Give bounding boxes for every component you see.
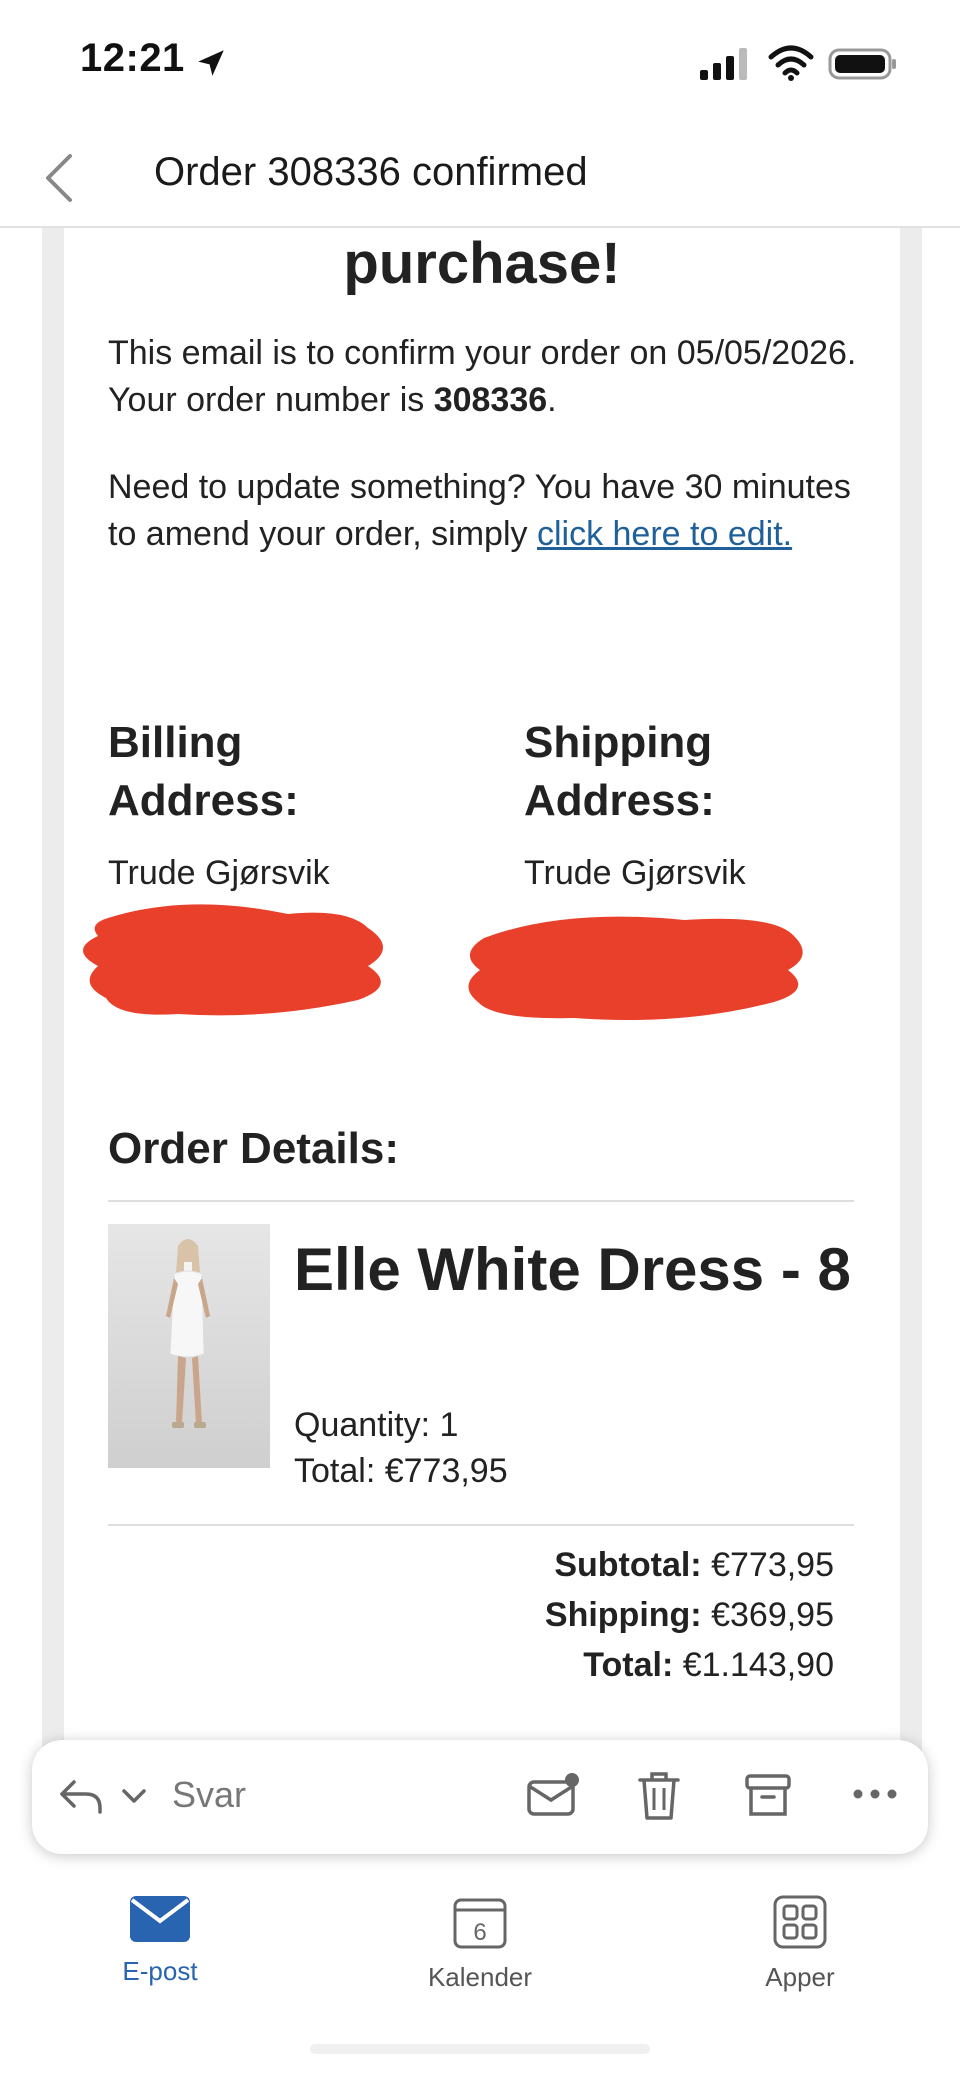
archive-icon[interactable] bbox=[744, 1770, 792, 1820]
calendar-icon: 6 bbox=[453, 1898, 507, 1949]
shipping-name: Trude Gjørsvik bbox=[524, 854, 746, 892]
tab-apps[interactable]: Apper bbox=[700, 1894, 900, 1993]
wifi-icon bbox=[768, 45, 814, 81]
dress-photo bbox=[108, 1224, 270, 1468]
apps-icon bbox=[773, 1895, 827, 1949]
chevron-down-icon[interactable] bbox=[120, 1784, 148, 1808]
total-value: €1.143,90 bbox=[682, 1646, 834, 1684]
email-heading: purchase! bbox=[343, 231, 621, 296]
reply-button[interactable]: Svar bbox=[172, 1774, 246, 1816]
tab-calendar-label: Kalender bbox=[427, 1962, 533, 1992]
email-frame: purchase! This email is to confirm your … bbox=[42, 226, 922, 1756]
mail-icon bbox=[130, 1896, 190, 1942]
mark-unread-icon[interactable] bbox=[526, 1770, 580, 1820]
location-arrow-icon bbox=[198, 50, 224, 76]
update-paragraph: Need to update something? You have 30 mi… bbox=[108, 464, 868, 558]
tab-email[interactable]: E-post bbox=[60, 1894, 260, 1987]
email-action-bar: Svar bbox=[32, 1740, 928, 1854]
billing-address-heading: Billing Address: bbox=[108, 718, 299, 825]
item-total: Total: €773,95 bbox=[294, 1452, 508, 1490]
subtotal-line: Subtotal: €773,95 bbox=[554, 1546, 834, 1585]
calendar-day: 6 bbox=[473, 1919, 486, 1946]
confirm-paragraph: This email is to confirm your order on 0… bbox=[108, 330, 868, 424]
trash-icon[interactable] bbox=[636, 1770, 682, 1822]
confirm-suffix: . bbox=[547, 381, 557, 419]
status-time: 12:21 bbox=[80, 36, 185, 80]
shipping-label: Shipping: bbox=[544, 1596, 702, 1634]
page-title: Order 308336 confirmed bbox=[154, 150, 588, 194]
cellular-signal-icon bbox=[700, 48, 747, 80]
tab-email-label: E-post bbox=[122, 1956, 198, 1986]
shipping-line: Shipping: €369,95 bbox=[545, 1596, 834, 1635]
tab-apps-label: Apper bbox=[765, 1962, 835, 1992]
status-bar: 12:21 bbox=[0, 0, 960, 130]
item-quantity: Quantity: 1 bbox=[294, 1406, 459, 1444]
divider bbox=[108, 1524, 854, 1526]
email-card: purchase! This email is to confirm your … bbox=[64, 226, 900, 1756]
back-chevron-icon[interactable] bbox=[40, 148, 80, 208]
shipping-value: €369,95 bbox=[711, 1596, 834, 1634]
shipping-address-heading: Shipping Address: bbox=[524, 718, 715, 825]
battery-icon bbox=[828, 48, 896, 80]
shipping-redaction bbox=[468, 916, 803, 1020]
subtotal-label: Subtotal: bbox=[554, 1546, 702, 1584]
order-details-heading: Order Details: bbox=[108, 1124, 399, 1173]
total-label: Total: bbox=[583, 1646, 674, 1684]
billing-redaction bbox=[83, 904, 383, 1016]
more-options-icon[interactable] bbox=[852, 1784, 898, 1804]
subtotal-value: €773,95 bbox=[711, 1546, 834, 1584]
nav-header: Order 308336 confirmed bbox=[0, 130, 960, 228]
tab-calendar[interactable]: 6 Kalender bbox=[380, 1894, 580, 1993]
divider bbox=[108, 1200, 854, 1202]
total-line: Total: €1.143,90 bbox=[583, 1646, 834, 1685]
home-indicator bbox=[310, 2044, 650, 2054]
tab-bar: E-post 6 Kalender Apper bbox=[0, 1854, 960, 2078]
order-number: 308336 bbox=[433, 381, 548, 419]
reply-icon[interactable] bbox=[56, 1774, 104, 1818]
product-name[interactable]: Elle White Dress - 8 bbox=[294, 1230, 854, 1310]
product-image[interactable] bbox=[108, 1224, 270, 1468]
edit-order-link[interactable]: click here to edit. bbox=[537, 515, 792, 553]
